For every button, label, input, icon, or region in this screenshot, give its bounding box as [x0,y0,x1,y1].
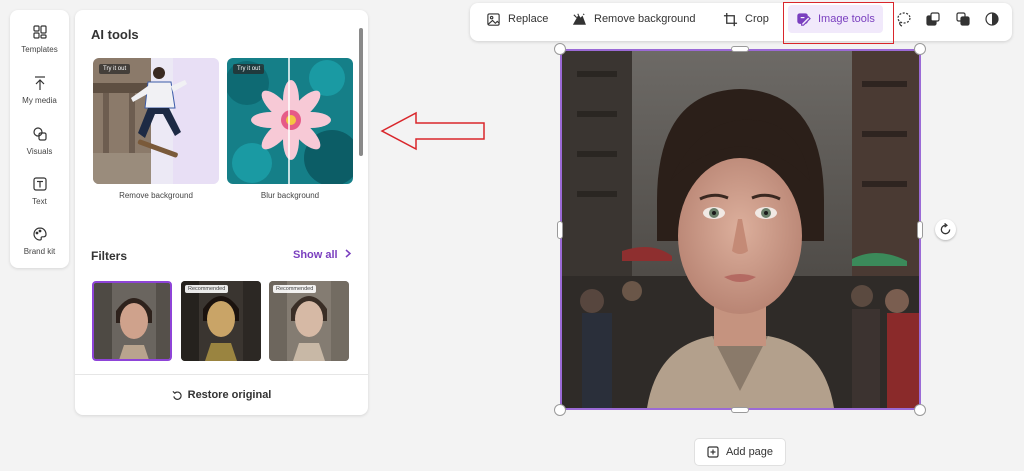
rail-item-label: Brand kit [23,247,56,256]
templates-icon [32,25,47,39]
crop-label: Crop [745,13,769,25]
blur-background-preview [227,58,353,184]
blur-background-caption: Blur background [260,191,320,200]
try-it-out-badge: Try it out [99,64,131,74]
rail-item-label: Text [32,197,47,206]
left-rail: Templates My media Visuals Text Brand ki… [10,10,69,268]
brand-kit-icon [32,227,47,241]
remove-background-card[interactable]: Try it out [93,58,219,184]
add-page-icon [707,446,719,458]
resize-handle[interactable] [731,46,749,52]
rail-item-label: Visuals [26,147,53,156]
chevron-right-icon [345,249,351,258]
upload-icon [34,76,45,90]
panel-scrollbar[interactable] [359,28,363,156]
undo-icon [172,390,182,400]
filter-thumbnail[interactable] [92,281,172,361]
resize-handle[interactable] [557,221,563,239]
shapes-icon [32,127,47,141]
rail-item-label: Templates [21,45,58,54]
rail-item-text[interactable]: Text [10,172,69,218]
replace-button[interactable]: Replace [486,5,548,33]
restore-original-button[interactable]: Restore original [172,389,272,401]
add-page-label: Add page [725,446,774,458]
show-all-label: Show all [293,249,338,261]
resize-handle[interactable] [914,404,926,416]
layers-icon[interactable] [925,11,941,27]
remove-background-caption: Remove background [119,191,193,200]
rotate-button[interactable] [935,219,956,240]
crop-button[interactable]: Crop [723,5,769,33]
rail-item-my-media[interactable]: My media [10,71,69,117]
recommended-badge: Recommended [185,285,229,293]
annotation-arrow [380,111,485,151]
rail-item-label: My media [22,96,57,105]
crop-icon [723,12,738,26]
resize-handle[interactable] [554,404,566,416]
lasso-icon[interactable] [896,11,912,27]
text-icon [32,177,47,191]
replace-label: Replace [508,13,549,25]
recommended-badge: Recommended [273,285,317,293]
resize-handle[interactable] [731,407,749,413]
try-it-out-badge: Try it out [233,64,265,74]
resize-handle[interactable] [917,221,923,239]
portrait-photo [562,51,919,408]
show-all-link[interactable]: Show all [293,249,352,261]
remove-background-button[interactable]: Remove background [572,5,696,33]
restore-bar: Restore original [75,374,368,415]
rail-item-visuals[interactable]: Visuals [10,122,69,168]
filter-preview [181,281,261,361]
contrast-icon[interactable] [984,11,1000,27]
rail-item-brand-kit[interactable]: Brand kit [10,222,69,268]
canvas-image[interactable] [560,49,921,410]
remove-background-preview [93,58,219,184]
remove-background-label: Remove background [594,13,696,25]
filter-preview [94,283,170,359]
image-icon [487,12,500,26]
filter-thumbnail[interactable]: Recommended [269,281,349,361]
resize-handle[interactable] [914,43,926,55]
filters-title: Filters [91,249,128,263]
filter-thumbnail[interactable]: Recommended [181,281,261,361]
ai-tools-panel: AI tools Try it out Remove background Tr… [75,10,368,415]
rotate-icon [940,223,951,235]
annotation-highlight-box [783,2,894,44]
remove-background-icon [572,12,586,25]
filter-preview [269,281,349,361]
rail-item-templates[interactable]: Templates [10,20,69,66]
panel-title: AI tools [91,27,139,42]
resize-handle[interactable] [554,43,566,55]
add-page-button[interactable]: Add page [694,438,786,466]
restore-original-label: Restore original [187,389,272,401]
blur-background-card[interactable]: Try it out [227,58,353,184]
arrange-icon[interactable] [955,11,971,27]
